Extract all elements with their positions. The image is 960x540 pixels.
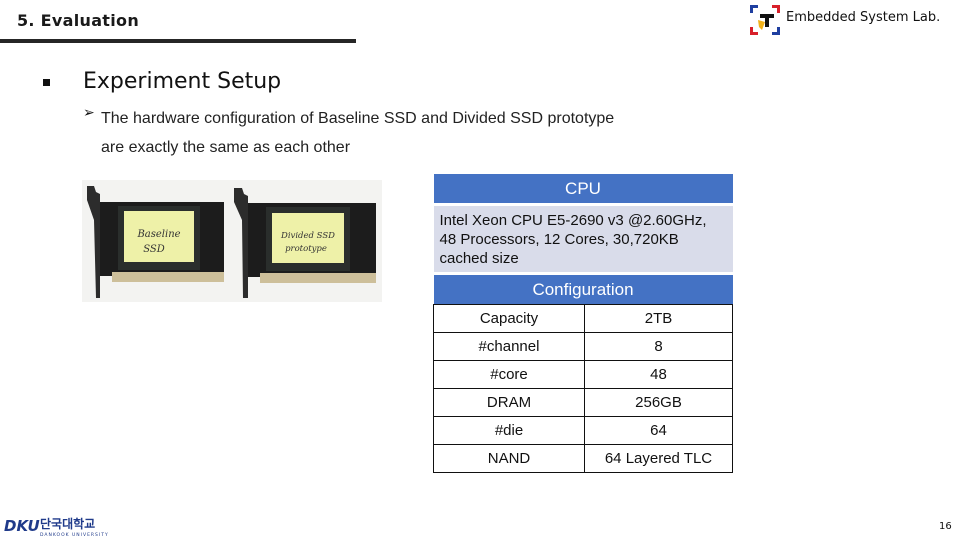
- lab-name: Embedded System Lab.: [786, 10, 941, 25]
- setup-description: The hardware configuration of Baseline S…: [101, 110, 615, 156]
- config-key: #channel: [433, 332, 585, 361]
- config-value: 64: [584, 416, 733, 445]
- hardware-spec-table: CPU Intel Xeon CPU E5-2690 v3 @2.60GHz, …: [433, 174, 733, 473]
- divided-label-line2: prototype: [285, 244, 327, 254]
- university-name-en: DANKOOK UNIVERSITY: [40, 532, 109, 538]
- baseline-label-line2: SSD: [143, 244, 165, 255]
- config-key: DRAM: [433, 388, 585, 417]
- arrow-bullet-icon: ➢: [83, 105, 95, 121]
- config-value: 48: [584, 360, 733, 389]
- table-row: #channel 8: [433, 332, 733, 361]
- config-key: NAND: [433, 444, 585, 473]
- dankook-university-logo-icon: DKU 단국대학교 DANKOOK UNIVERSITY: [4, 516, 109, 538]
- table-row: NAND 64 Layered TLC: [433, 444, 733, 473]
- config-value: 8: [584, 332, 733, 361]
- embedded-lab-logo-icon: [750, 5, 780, 35]
- cpu-description: Intel Xeon CPU E5-2690 v3 @2.60GHz, 48 P…: [433, 204, 733, 275]
- cpu-header: CPU: [433, 174, 733, 206]
- ssd-prototype-photo: Baseline SSD Divided SSD prototype: [82, 180, 382, 302]
- table-row: #die 64: [433, 416, 733, 445]
- page-number: 16: [939, 521, 952, 532]
- configuration-header: Configuration: [433, 273, 733, 305]
- config-value: 64 Layered TLC: [584, 444, 733, 473]
- config-value: 2TB: [584, 304, 733, 333]
- title-underline: [0, 39, 356, 43]
- table-row: #core 48: [433, 360, 733, 389]
- section-heading: Experiment Setup: [83, 69, 282, 94]
- divided-label-line1: Divided SSD: [280, 231, 335, 241]
- baseline-label-line1: Baseline: [136, 229, 180, 240]
- square-bullet-icon: [43, 79, 50, 86]
- config-key: Capacity: [433, 304, 585, 333]
- university-abbrev: DKU: [4, 517, 40, 535]
- config-key: #core: [433, 360, 585, 389]
- table-row: DRAM 256GB: [433, 388, 733, 417]
- config-value: 256GB: [584, 388, 733, 417]
- table-row: Capacity 2TB: [433, 304, 733, 333]
- section-title: 5. Evaluation: [17, 11, 140, 30]
- config-key: #die: [433, 416, 585, 445]
- university-name-ko: 단국대학교: [40, 516, 95, 531]
